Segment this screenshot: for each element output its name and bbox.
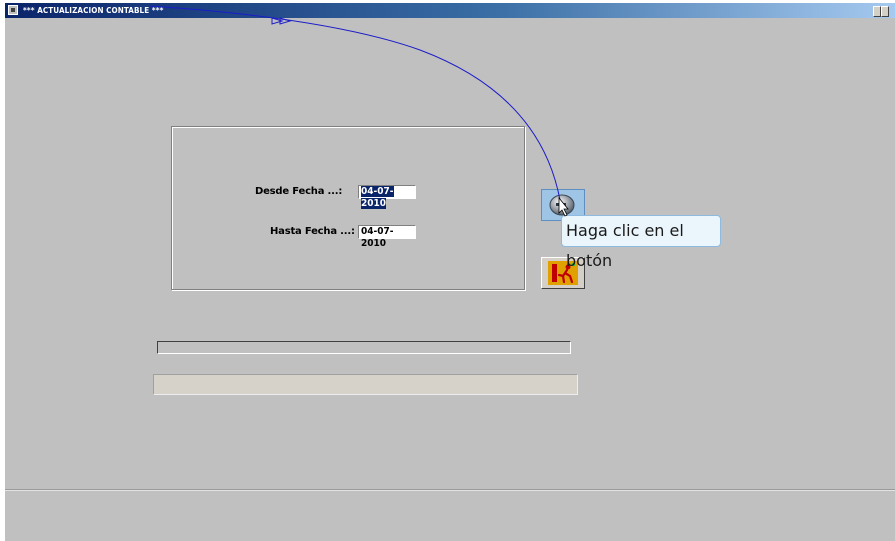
minimize-button[interactable] [873, 6, 881, 17]
hasta-fecha-input[interactable]: 04-07-2010 [358, 225, 416, 249]
status-divider [5, 490, 895, 491]
hasta-fecha-label: Hasta Fecha ...: [270, 226, 355, 237]
progress-bar-top [157, 341, 571, 354]
progress-bar-bottom [153, 374, 578, 395]
title-bar[interactable]: *** ACTUALIZACION CONTABLE *** [5, 3, 895, 18]
app-icon[interactable] [8, 5, 18, 15]
desde-fecha-label: Desde Fecha ...: [255, 186, 343, 197]
tooltip: Haga clic en el botón [561, 215, 721, 270]
window-title: *** ACTUALIZACION CONTABLE *** [23, 6, 164, 15]
app-window: *** ACTUALIZACION CONTABLE *** Desde Fec… [5, 3, 895, 541]
desde-fecha-input[interactable]: 04-07-2010 [358, 185, 416, 209]
date-range-group [171, 126, 525, 290]
maximize-button[interactable] [881, 6, 889, 17]
